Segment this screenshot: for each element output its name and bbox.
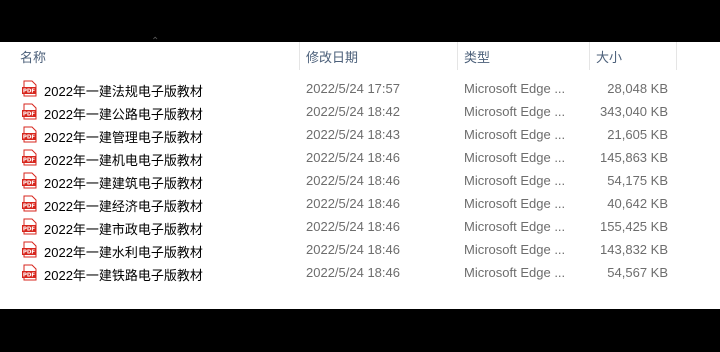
file-type: Microsoft Edge ... [464,196,566,211]
file-list-panel: ⌃ 名称 修改日期 类型 大小 PDF 2022年一建法规电子版教材 2022/5/… [0,36,720,309]
column-header-size[interactable]: 大小 [596,47,622,66]
column-divider[interactable] [457,42,458,70]
file-type: Microsoft Edge ... [464,173,566,188]
file-row[interactable]: PDF 2022年一建经济电子版教材 2022/5/24 18:46 Microsof… [0,192,720,215]
pdf-file-icon: PDF [22,103,37,120]
svg-text:PDF: PDF [23,89,36,95]
file-name: 2022年一建法规电子版教材 [44,84,203,99]
file-size: 143,832 KB [600,242,668,257]
file-size: 21,605 KB [607,127,668,142]
file-row[interactable]: PDF 2022年一建铁路电子版教材 2022/5/24 18:46 Microsof… [0,261,720,284]
column-divider[interactable] [676,42,677,70]
pdf-file-icon: PDF [22,264,37,281]
file-size: 343,040 KB [600,104,668,119]
file-size: 54,175 KB [607,173,668,188]
file-type: Microsoft Edge ... [464,127,566,142]
file-name: 2022年一建公路电子版教材 [44,107,203,122]
file-type: Microsoft Edge ... [464,242,566,257]
file-modified-date: 2022/5/24 18:46 [306,242,400,257]
file-type: Microsoft Edge ... [464,81,566,96]
file-type: Microsoft Edge ... [464,150,566,165]
svg-text:PDF: PDF [23,158,36,164]
file-size: 40,642 KB [607,196,668,211]
file-modified-date: 2022/5/24 18:46 [306,196,400,211]
file-type: Microsoft Edge ... [464,104,566,119]
column-header-modified[interactable]: 修改日期 [306,47,358,66]
pdf-file-icon: PDF [22,172,37,189]
file-type: Microsoft Edge ... [464,219,566,234]
file-name: 2022年一建机电电子版教材 [44,153,203,168]
file-row[interactable]: PDF 2022年一建法规电子版教材 2022/5/24 17:57 Microsof… [0,77,720,100]
pdf-file-icon: PDF [22,149,37,166]
svg-text:PDF: PDF [23,181,36,187]
file-modified-date: 2022/5/24 18:43 [306,127,400,142]
pdf-file-icon: PDF [22,195,37,212]
column-header-row: 名称 修改日期 类型 大小 [0,42,720,70]
file-list: PDF 2022年一建法规电子版教材 2022/5/24 17:57 Microsof… [0,77,720,284]
pdf-file-icon: PDF [22,80,37,97]
file-name: 2022年一建水利电子版教材 [44,245,203,260]
file-modified-date: 2022/5/24 18:46 [306,150,400,165]
file-modified-date: 2022/5/24 17:57 [306,81,400,96]
file-size: 54,567 KB [607,265,668,280]
pdf-file-icon: PDF [22,126,37,143]
file-modified-date: 2022/5/24 18:46 [306,219,400,234]
file-row[interactable]: PDF 2022年一建市政电子版教材 2022/5/24 18:46 Microsof… [0,215,720,238]
svg-text:PDF: PDF [23,227,36,233]
file-type: Microsoft Edge ... [464,265,566,280]
file-size: 155,425 KB [600,219,668,234]
svg-text:PDF: PDF [23,273,36,279]
pdf-file-icon: PDF [22,218,37,235]
file-name: 2022年一建管理电子版教材 [44,130,203,145]
file-row[interactable]: PDF 2022年一建公路电子版教材 2022/5/24 18:42 Microsof… [0,100,720,123]
file-row[interactable]: PDF 2022年一建管理电子版教材 2022/5/24 18:43 Microsof… [0,123,720,146]
file-name: 2022年一建铁路电子版教材 [44,268,203,283]
file-modified-date: 2022/5/24 18:46 [306,173,400,188]
column-divider[interactable] [589,42,590,70]
file-size: 28,048 KB [607,81,668,96]
svg-text:PDF: PDF [23,250,36,256]
file-row[interactable]: PDF 2022年一建水利电子版教材 2022/5/24 18:46 Microsof… [0,238,720,261]
svg-text:PDF: PDF [23,135,36,141]
file-name: 2022年一建经济电子版教材 [44,199,203,214]
svg-text:PDF: PDF [23,112,36,118]
file-row[interactable]: PDF 2022年一建机电电子版教材 2022/5/24 18:46 Microsof… [0,146,720,169]
column-header-name[interactable]: 名称 [20,47,46,66]
file-modified-date: 2022/5/24 18:46 [306,265,400,280]
file-modified-date: 2022/5/24 18:42 [306,104,400,119]
file-name: 2022年一建市政电子版教材 [44,222,203,237]
file-row[interactable]: PDF 2022年一建建筑电子版教材 2022/5/24 18:46 Microsof… [0,169,720,192]
file-name: 2022年一建建筑电子版教材 [44,176,203,191]
pdf-file-icon: PDF [22,241,37,258]
column-header-type[interactable]: 类型 [464,47,490,66]
file-size: 145,863 KB [600,150,668,165]
svg-text:PDF: PDF [23,204,36,210]
column-divider[interactable] [299,42,300,70]
